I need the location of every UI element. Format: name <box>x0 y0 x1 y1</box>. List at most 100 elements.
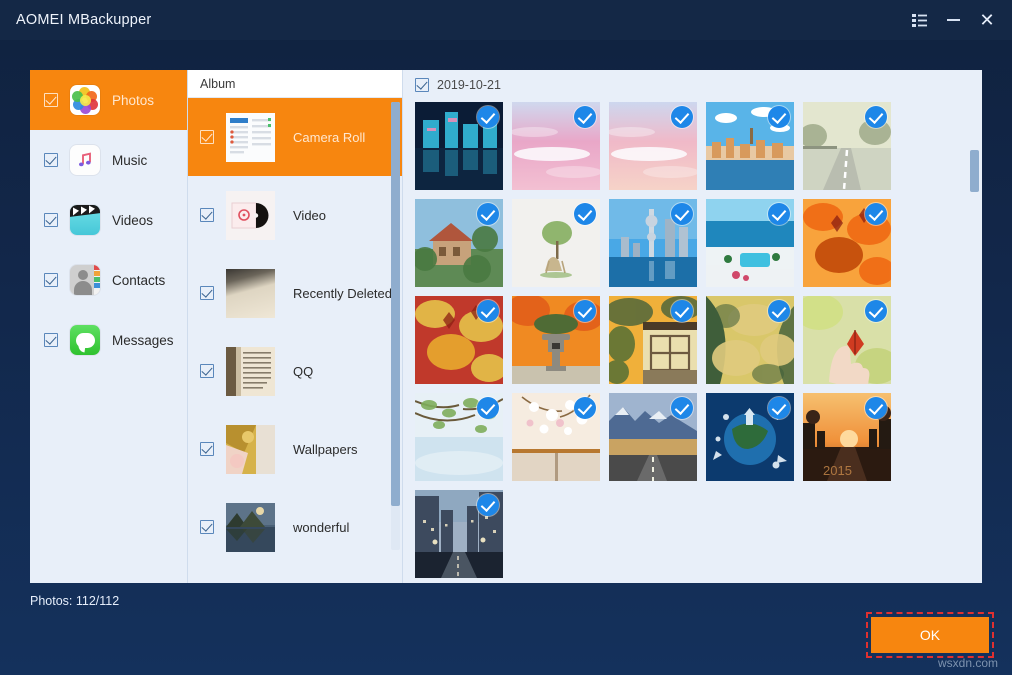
photo-cell[interactable] <box>803 102 900 199</box>
photo-thumbnail-red-maple-leaves[interactable] <box>415 296 503 384</box>
photo-cell[interactable] <box>512 393 609 490</box>
photo-thumbnail-shanghai-skyline[interactable] <box>609 199 697 287</box>
album-checkbox[interactable] <box>200 286 214 300</box>
photo-cell[interactable] <box>415 102 512 199</box>
ok-button[interactable]: OK <box>871 617 989 653</box>
album-checkbox[interactable] <box>200 208 214 222</box>
photo-cell[interactable] <box>415 393 512 490</box>
photo-thumbnail-tiny-planet[interactable] <box>706 393 794 481</box>
sidebar-item-contacts[interactable]: Contacts <box>30 250 187 310</box>
photo-cell[interactable] <box>512 199 609 296</box>
photo-grid-scrollbar-thumb[interactable] <box>970 150 979 192</box>
close-button[interactable]: ✕ <box>970 3 1004 37</box>
album-checkbox[interactable] <box>200 130 214 144</box>
sidebar-item-photos[interactable]: Photos <box>30 70 187 130</box>
photo-selected-check-icon[interactable] <box>574 397 596 419</box>
photo-thumbnail-apple-blossoms[interactable] <box>512 393 600 481</box>
menu-list-icon[interactable] <box>902 3 936 37</box>
album-item-video[interactable]: Video <box>188 176 402 254</box>
photo-cell[interactable] <box>706 102 803 199</box>
photo-selected-check-icon[interactable] <box>865 397 887 419</box>
album-checkbox[interactable] <box>200 442 214 456</box>
photo-selected-check-icon[interactable] <box>768 203 790 225</box>
photo-selected-check-icon[interactable] <box>865 203 887 225</box>
floral-thumb-glyph <box>226 425 275 474</box>
photo-selected-check-icon[interactable] <box>477 494 499 516</box>
photo-cell[interactable] <box>803 296 900 393</box>
photo-cell[interactable]: 2015 <box>803 393 900 490</box>
date-group-header[interactable]: 2019-10-21 <box>403 70 982 100</box>
photo-cell[interactable] <box>415 490 512 583</box>
photo-thumbnail-hillside-house[interactable] <box>415 199 503 287</box>
photo-thumbnail-orange-maple[interactable] <box>803 199 891 287</box>
photo-selected-check-icon[interactable] <box>671 397 693 419</box>
photo-selected-check-icon[interactable] <box>477 203 499 225</box>
album-scrollbar-thumb[interactable] <box>391 102 400 506</box>
photo-cell[interactable] <box>706 393 803 490</box>
photo-selected-check-icon[interactable] <box>477 106 499 128</box>
photo-selected-check-icon[interactable] <box>768 397 790 419</box>
photo-thumbnail-mountain-highway[interactable] <box>609 393 697 481</box>
photo-cell[interactable] <box>803 199 900 296</box>
photos-checkbox[interactable] <box>44 93 58 107</box>
photo-thumbnail-city-street-dusk[interactable] <box>415 490 503 578</box>
photo-cell[interactable] <box>609 393 706 490</box>
album-checkbox[interactable] <box>200 364 214 378</box>
photo-cell[interactable] <box>706 199 803 296</box>
album-item-wonderful[interactable]: wonderful <box>188 488 402 566</box>
photo-selected-check-icon[interactable] <box>865 106 887 128</box>
svg-text:2015: 2015 <box>823 463 852 478</box>
ok-button-highlight: OK <box>866 612 994 658</box>
album-item-qq[interactable]: QQ <box>188 332 402 410</box>
photo-grid: 2015 <box>415 102 947 583</box>
photo-selected-check-icon[interactable] <box>574 203 596 225</box>
sidebar-item-music[interactable]: Music <box>30 130 187 190</box>
photo-thumbnail-deer-tree-art[interactable] <box>512 199 600 287</box>
album-item-wallpapers[interactable]: Wallpapers <box>188 410 402 488</box>
sidebar-item-messages[interactable]: Messages <box>30 310 187 370</box>
messages-checkbox[interactable] <box>44 333 58 347</box>
photo-selected-check-icon[interactable] <box>574 300 596 322</box>
photo-cell[interactable] <box>512 102 609 199</box>
date-group-checkbox[interactable] <box>415 78 429 92</box>
mountain-thumb-glyph <box>226 503 275 552</box>
photo-selected-check-icon[interactable] <box>768 106 790 128</box>
photo-selected-check-icon[interactable] <box>768 300 790 322</box>
photo-thumbnail-pastel-sky[interactable] <box>609 102 697 190</box>
photo-selected-check-icon[interactable] <box>865 300 887 322</box>
photo-selected-check-icon[interactable] <box>671 106 693 128</box>
photo-thumbnail-palm-street-sunset[interactable]: 2015 <box>803 393 891 481</box>
photo-selected-check-icon[interactable] <box>477 397 499 419</box>
photo-cell[interactable] <box>609 296 706 393</box>
photo-thumbnail-pink-sunset-clouds[interactable] <box>512 102 600 190</box>
album-checkbox[interactable] <box>200 520 214 534</box>
album-item-camera-roll[interactable]: Camera Roll <box>188 98 402 176</box>
videos-checkbox[interactable] <box>44 213 58 227</box>
photo-thumbnail-seaside-pool[interactable] <box>706 199 794 287</box>
photo-thumbnail-lakeside-town[interactable] <box>706 102 794 190</box>
photo-selected-check-icon[interactable] <box>477 300 499 322</box>
photo-cell[interactable] <box>706 296 803 393</box>
photo-cell[interactable] <box>415 296 512 393</box>
photo-thumbnail-stone-lantern[interactable] <box>512 296 600 384</box>
photo-selected-check-icon[interactable] <box>574 106 596 128</box>
music-checkbox[interactable] <box>44 153 58 167</box>
photo-cell[interactable] <box>512 296 609 393</box>
photo-cell[interactable] <box>415 199 512 296</box>
window-controls: ✕ <box>902 0 1004 40</box>
album-item-recently-deleted[interactable]: Recently Deleted <box>188 254 402 332</box>
contacts-checkbox[interactable] <box>44 273 58 287</box>
photo-thumbnail-branches-over-water[interactable] <box>415 393 503 481</box>
photo-thumbnail-hand-holding-leaf[interactable] <box>803 296 891 384</box>
photo-cell[interactable] <box>609 102 706 199</box>
photo-cell[interactable] <box>609 199 706 296</box>
sidebar-item-videos[interactable]: Videos <box>30 190 187 250</box>
album-scrollbar[interactable] <box>391 102 400 550</box>
photo-selected-check-icon[interactable] <box>671 300 693 322</box>
photo-thumbnail-autumn-hillside[interactable] <box>706 296 794 384</box>
photo-selected-check-icon[interactable] <box>671 203 693 225</box>
photo-thumbnail-neon-city-night[interactable] <box>415 102 503 190</box>
photo-thumbnail-country-road[interactable] <box>803 102 891 190</box>
minimize-button[interactable] <box>936 3 970 37</box>
photo-thumbnail-japanese-pavilion[interactable] <box>609 296 697 384</box>
